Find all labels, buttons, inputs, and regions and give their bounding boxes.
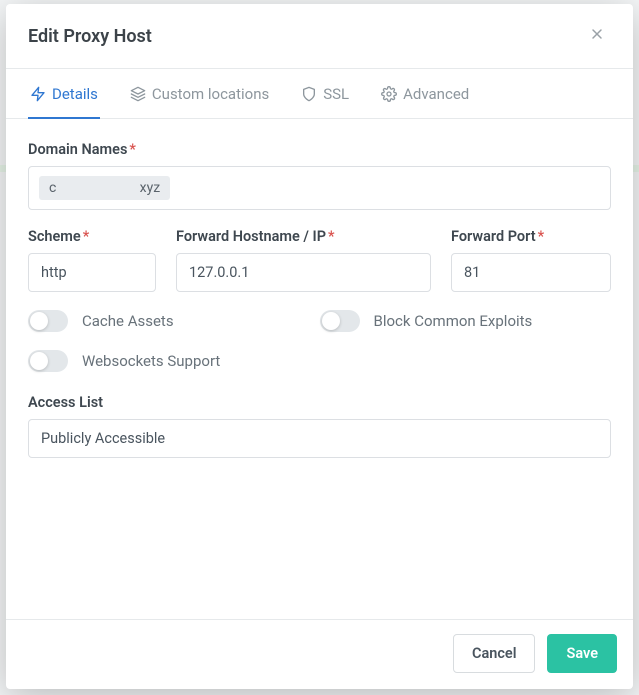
tab-label: Details [52,85,98,103]
scheme-label: Scheme* [28,228,156,245]
scheme-select[interactable] [28,253,156,292]
layers-icon [130,86,146,102]
switch-track [28,350,68,372]
required-indicator: * [538,228,545,245]
edit-proxy-host-modal: Edit Proxy Host Details Custom locations… [6,4,633,689]
tab-details[interactable]: Details [28,69,100,119]
gear-icon [381,86,397,102]
required-indicator: * [129,141,136,158]
field-access-list: Access List [28,394,611,458]
toggle-label: Websockets Support [82,352,220,370]
modal-footer: Cancel Save [6,619,633,689]
domain-chip[interactable]: c xyz [39,176,170,200]
access-list-label: Access List [28,394,611,411]
zap-icon [30,86,46,102]
field-forward-port: Forward Port* [451,228,611,292]
modal-title: Edit Proxy Host [28,26,152,47]
tabs: Details Custom locations SSL Advanced [6,68,633,119]
forward-hostname-label: Forward Hostname / IP* [176,228,431,245]
close-button[interactable] [583,22,611,50]
field-scheme: Scheme* [28,228,156,292]
forward-port-label: Forward Port* [451,228,611,245]
tab-advanced[interactable]: Advanced [379,69,471,119]
forward-hostname-input[interactable] [176,253,431,292]
domain-names-label: Domain Names* [28,141,611,158]
close-icon [589,25,605,48]
save-button[interactable]: Save [547,634,617,673]
modal-body: Domain Names* c xyz Scheme* Forward Host… [6,119,633,619]
tab-custom-locations[interactable]: Custom locations [128,69,271,119]
switch-track [320,310,360,332]
toggle-label: Block Common Exploits [374,312,533,330]
toggle-cache-assets[interactable]: Cache Assets [28,310,320,332]
toggle-label: Cache Assets [82,312,174,330]
shield-icon [301,86,317,102]
forward-port-input[interactable] [451,253,611,292]
tab-label: Custom locations [152,85,269,103]
required-indicator: * [83,228,90,245]
access-list-select[interactable] [28,419,611,458]
toggle-block-exploits[interactable]: Block Common Exploits [320,310,612,332]
cancel-button[interactable]: Cancel [453,634,536,673]
tab-ssl[interactable]: SSL [299,69,351,119]
switch-track [28,310,68,332]
tab-label: Advanced [403,85,469,103]
field-forward-hostname: Forward Hostname / IP* [176,228,431,292]
domain-names-input[interactable]: c xyz [28,166,611,210]
tab-label: SSL [323,85,349,103]
field-domain-names: Domain Names* c xyz [28,141,611,210]
toggle-websockets[interactable]: Websockets Support [28,350,320,372]
modal-header: Edit Proxy Host [6,4,633,68]
required-indicator: * [328,228,335,245]
